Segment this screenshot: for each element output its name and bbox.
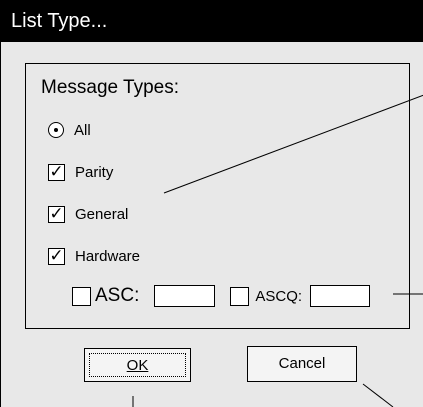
ascq-input[interactable] — [310, 285, 371, 307]
parity-checkbox[interactable]: ✓ — [48, 163, 65, 181]
hardware-checkbox[interactable]: ✓ — [48, 247, 65, 265]
ok-button-label: OK — [89, 353, 186, 377]
option-parity[interactable]: ✓ Parity — [48, 162, 113, 182]
option-hardware[interactable]: ✓ Hardware — [48, 246, 140, 266]
ascq-label: ASCQ: — [255, 287, 303, 305]
asc-row: ASC: ASCQ: — [72, 284, 371, 308]
asc-input[interactable] — [154, 285, 216, 307]
asc-checkbox[interactable] — [72, 286, 91, 306]
cancel-button[interactable]: Cancel — [247, 346, 357, 382]
leader-line-4 — [362, 383, 394, 407]
general-checkbox[interactable]: ✓ — [48, 205, 65, 223]
option-general-label: General — [75, 205, 129, 223]
option-all-label: All — [74, 121, 91, 139]
all-radio[interactable] — [48, 122, 64, 138]
option-parity-label: Parity — [75, 163, 114, 181]
asc-label: ASC: — [95, 285, 140, 306]
message-types-group: Message Types: All ✓ Parity ✓ General ✓ … — [25, 63, 410, 329]
ok-button[interactable]: OK — [84, 348, 191, 382]
option-hardware-label: Hardware — [75, 247, 141, 265]
option-all[interactable]: All — [48, 120, 91, 140]
list-type-dialog: List Type... Message Types: All ✓ Parity… — [0, 0, 423, 407]
ascq-checkbox[interactable] — [230, 286, 250, 306]
option-general[interactable]: ✓ General — [48, 204, 128, 224]
dialog-title: List Type... — [1, 0, 423, 42]
group-title: Message Types: — [41, 77, 180, 98]
